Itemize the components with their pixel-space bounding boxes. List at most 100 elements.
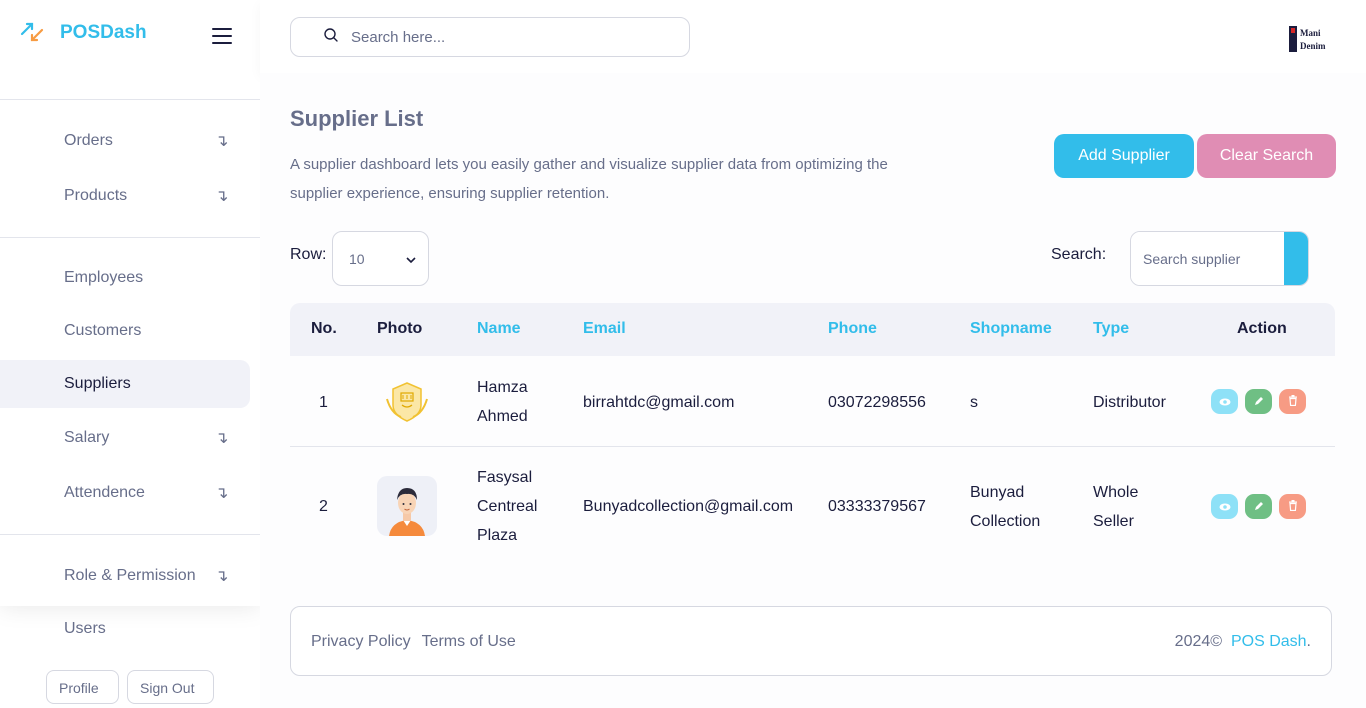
sidebar-item-customers[interactable]: Customers [0, 307, 250, 355]
terms-of-use-link[interactable]: Terms of Use [422, 633, 516, 651]
menu-toggle-icon[interactable] [212, 28, 232, 44]
type-line: Whole [1093, 484, 1139, 501]
footer: Privacy Policy Terms of Use 2024© POS Da… [290, 606, 1332, 676]
rows-per-page-value: 10 [349, 250, 365, 267]
shop-line: Collection [970, 513, 1041, 530]
page-title: Supplier List [290, 106, 424, 131]
sidebar-item-label: Attendence [64, 484, 145, 501]
add-supplier-button[interactable]: Add Supplier [1054, 134, 1194, 178]
sidebar-divider [0, 99, 260, 100]
svg-text:Mani: Mani [1300, 28, 1321, 38]
supplier-table: No. Photo Name Email Phone Shopname Type… [290, 303, 1335, 565]
rows-per-page-select[interactable]: 10 [332, 231, 429, 286]
footer-links: Privacy Policy Terms of Use [311, 633, 516, 651]
sidebar-item-employees[interactable]: Employees [0, 254, 250, 302]
header-name[interactable]: Name [477, 320, 521, 338]
sidebar-item-label: Suppliers [64, 375, 131, 392]
eye-icon [1219, 498, 1231, 516]
cell-type: Distributor [1093, 394, 1166, 411]
header-email[interactable]: Email [583, 320, 626, 338]
name-line: Plaza [477, 527, 518, 544]
brand-name: POSDash [60, 22, 147, 43]
brand-logo-icon [20, 20, 46, 46]
cell-type: Whole Seller [1093, 478, 1138, 536]
cell-no: 1 [319, 394, 328, 411]
submenu-arrow-icon: ↴ [215, 568, 229, 585]
sidebar-item-label: Orders [64, 132, 113, 149]
name-line: Hamza [477, 379, 528, 396]
name-line: Fasysal [477, 469, 533, 486]
sign-out-button[interactable]: Sign Out [127, 670, 214, 704]
sidebar-item-label: Customers [64, 322, 142, 339]
edit-button[interactable] [1245, 389, 1272, 414]
submenu-arrow-icon: ↴ [215, 133, 229, 150]
cell-email: birrahtdc@gmail.com [583, 394, 735, 411]
sidebar-item-products[interactable]: Products ↴ [0, 172, 250, 220]
submenu-arrow-icon: ↴ [215, 485, 229, 502]
user-avatar-logo[interactable]: Mani Denim [1288, 24, 1336, 54]
edit-button[interactable] [1245, 494, 1272, 519]
supplier-search-input[interactable] [1131, 232, 1284, 285]
header-action: Action [1237, 320, 1287, 337]
table-search [1130, 231, 1309, 286]
supplier-photo-person-avatar-icon [377, 476, 437, 536]
supplier-search-button[interactable] [1284, 232, 1308, 285]
sidebar-divider [0, 237, 260, 238]
sidebar-item-suppliers[interactable]: Suppliers [0, 360, 250, 408]
footer-brand-link[interactable]: POS Dash [1231, 633, 1307, 650]
cell-shopname: s [970, 394, 978, 411]
name-line: Ahmed [477, 408, 528, 425]
global-search-input[interactable] [351, 28, 671, 46]
name-line: Centreal [477, 498, 538, 515]
cell-email: Bunyadcollection@gmail.com [583, 498, 794, 515]
sidebar-item-attendence[interactable]: Attendence ↴ [0, 469, 250, 517]
page-description: A supplier dashboard lets you easily gat… [290, 156, 888, 202]
copyright-suffix: . [1306, 633, 1311, 650]
view-button[interactable] [1211, 389, 1238, 414]
header-no: No. [311, 320, 337, 337]
row-actions [1211, 389, 1306, 414]
view-button[interactable] [1211, 494, 1238, 519]
clear-search-button[interactable]: Clear Search [1197, 134, 1336, 178]
eye-icon [1219, 393, 1231, 411]
row-label: Row: [290, 246, 327, 263]
cell-phone: 03333379567 [828, 498, 926, 515]
sidebar-item-label: Salary [64, 429, 110, 446]
sidebar-item-label: Products [64, 187, 128, 204]
header-phone[interactable]: Phone [828, 320, 877, 338]
pencil-icon [1254, 498, 1264, 516]
brand[interactable]: POSDash [20, 20, 147, 46]
chevron-down-icon [406, 251, 416, 267]
global-search[interactable] [290, 17, 690, 57]
privacy-policy-link[interactable]: Privacy Policy [311, 633, 411, 651]
trash-icon [1288, 393, 1298, 411]
search-icon [323, 27, 351, 48]
trash-icon [1288, 498, 1298, 516]
delete-button[interactable] [1279, 494, 1306, 519]
sidebar-item-role-permission[interactable]: Role & Permission ↴ [0, 552, 250, 600]
table-row: 1 Hamza Ahmed birrahtdc@gmail.com 030722… [290, 356, 1335, 447]
sidebar-item-label: Role & Permission [64, 567, 196, 584]
cell-shopname: Bunyad Collection [970, 478, 1040, 536]
table-search-label: Search: [1051, 246, 1107, 263]
pencil-icon [1254, 393, 1264, 411]
supplier-photo-badge-icon [377, 371, 437, 431]
sidebar-divider [0, 534, 260, 535]
row-actions [1211, 494, 1306, 519]
svg-text:Denim: Denim [1300, 41, 1326, 51]
sidebar-item-orders[interactable]: Orders ↴ [0, 117, 250, 165]
header-shopname[interactable]: Shopname [970, 320, 1052, 338]
sidebar-item-users[interactable]: Users [0, 605, 250, 653]
header-type[interactable]: Type [1093, 320, 1129, 338]
delete-button[interactable] [1279, 389, 1306, 414]
topbar: Mani Denim [260, 0, 1366, 73]
sidebar-item-salary[interactable]: Salary ↴ [0, 414, 250, 462]
sidebar-item-label: Users [64, 620, 106, 637]
submenu-arrow-icon: ↴ [215, 188, 229, 205]
cell-no: 2 [319, 498, 328, 515]
cell-name: Hamza Ahmed [477, 373, 528, 431]
profile-button[interactable]: Profile [46, 670, 119, 704]
table-header: No. Photo Name Email Phone Shopname Type… [290, 303, 1335, 356]
table-row: 2 Fasysal Centreal Plaza Bunyadcollectio… [290, 447, 1335, 565]
shop-line: Bunyad [970, 484, 1025, 501]
